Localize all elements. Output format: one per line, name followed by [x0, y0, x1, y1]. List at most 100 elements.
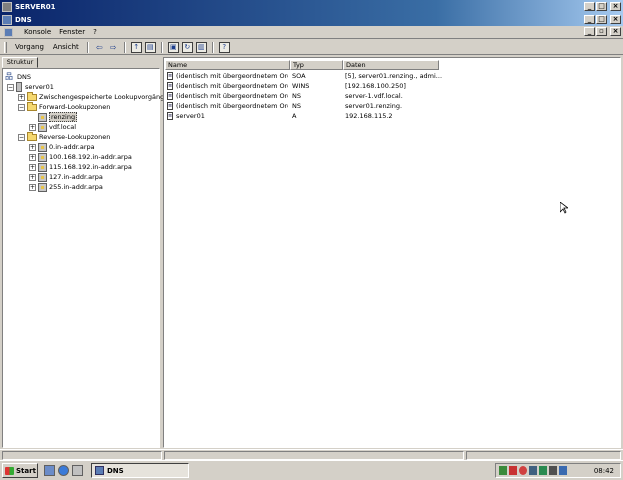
table-row[interactable]: ≡ (identisch mit übergeordnetem Ordn... … [164, 81, 614, 91]
taskbar-button-label: DNS [107, 466, 124, 475]
tree-node-cache[interactable]: + Zwischengespeicherte Lookupvorgänge [18, 91, 168, 102]
clock[interactable]: 08:42 [594, 467, 614, 475]
mmc-maximize-button[interactable]: □ [596, 15, 607, 24]
record-icon: ≡ [167, 92, 173, 100]
security-icon[interactable] [539, 466, 547, 475]
show-hide-tree-icon[interactable]: ▤ [144, 41, 156, 53]
records-list-pane[interactable]: Name Typ Daten ≡ (identisch mit übergeor… [163, 57, 621, 448]
record-name: server01 [176, 112, 205, 120]
tree-node-label: vdf.local [49, 123, 76, 131]
up-level-icon[interactable]: ↑ [130, 41, 142, 53]
tree-node-reverse-zone[interactable]: + 100.168.192.in-addr.arpa [29, 152, 132, 162]
record-data: [192.168.100.250] [345, 82, 406, 90]
mmc-window-controls: _ □ × [584, 15, 621, 24]
menu-konsole[interactable]: Konsole [24, 28, 51, 36]
child-close-button[interactable]: × [610, 27, 621, 36]
internet-explorer-icon[interactable] [58, 465, 69, 476]
taskbar: Start DNS 08:42 [0, 460, 623, 480]
menu-bar: Konsole Fenster ? _ ▫ × [0, 26, 623, 39]
expand-icon[interactable]: + [29, 173, 36, 181]
record-type: NS [292, 102, 301, 110]
tree-node-reverse-zone[interactable]: + 127.in-addr.arpa [29, 172, 103, 182]
mmc-window-title: DNS [15, 16, 32, 24]
table-row[interactable]: ≡ (identisch mit übergeordnetem Ordn... … [164, 101, 614, 111]
mmc-minimize-button[interactable]: _ [584, 15, 595, 24]
record-data: server01.renzing. [345, 102, 403, 110]
antivirus-icon[interactable] [509, 466, 517, 475]
expand-icon[interactable]: + [18, 93, 25, 101]
expand-icon[interactable]: + [29, 183, 36, 191]
table-row[interactable]: ≡ (identisch mit übergeordnetem Ordn... … [164, 91, 614, 101]
volume-icon[interactable] [559, 466, 567, 475]
outer-minimize-button[interactable]: _ [584, 2, 595, 11]
tree-node-reverse-zone[interactable]: + 255.in-addr.arpa [29, 182, 103, 192]
tree-node-zone-vdf-local[interactable]: + vdf.local [29, 122, 76, 132]
collapse-icon[interactable]: − [18, 103, 25, 111]
refresh-icon[interactable]: ↻ [181, 41, 193, 53]
device-icon[interactable] [549, 466, 557, 475]
record-name: (identisch mit übergeordnetem Ordn... [176, 82, 288, 90]
collapse-icon[interactable]: − [18, 133, 25, 141]
tree-node-server[interactable]: − server01 [7, 82, 54, 92]
zone-icon [38, 182, 47, 192]
child-minimize-button[interactable]: _ [584, 27, 595, 36]
console-menu-icon [4, 27, 13, 37]
zone-icon [38, 162, 47, 172]
column-header-type[interactable]: Typ [290, 60, 343, 70]
tree-node-reverse-zone[interactable]: + 0.in-addr.arpa [29, 142, 95, 152]
tree-node-zone-renzing[interactable]: renzing [29, 112, 78, 122]
column-header-data[interactable]: Daten [343, 60, 439, 70]
tree-node-forward-zones[interactable]: − Forward-Lookupzonen [18, 101, 110, 112]
menu-vorgang[interactable]: Vorgang [12, 43, 47, 51]
tree-tab[interactable]: Struktur [2, 57, 38, 68]
monitor-icon[interactable] [529, 466, 537, 475]
tree-node-label: 127.in-addr.arpa [49, 173, 103, 181]
expand-icon[interactable]: + [29, 143, 36, 151]
zone-icon [38, 172, 47, 182]
tree-indent [29, 113, 36, 121]
menu-help[interactable]: ? [93, 28, 97, 36]
back-arrow-icon[interactable]: ⇦ [94, 42, 105, 53]
forward-arrow-icon[interactable]: ⇨ [108, 42, 119, 53]
explorer-icon[interactable] [72, 465, 83, 476]
taskbar-button-dns[interactable]: DNS [91, 463, 189, 478]
tree-node-label: 0.in-addr.arpa [49, 143, 95, 151]
tree-pane[interactable]: 品 DNS − server01 + Zwischengespeicherte … [2, 68, 168, 448]
table-row[interactable]: ≡ (identisch mit übergeordnetem Ordn... … [164, 71, 614, 81]
start-button[interactable]: Start [2, 463, 38, 478]
toolbar-separator [160, 41, 163, 53]
tree-node-dns-root[interactable]: 品 DNS [5, 72, 31, 82]
alert-icon[interactable] [519, 466, 527, 475]
record-type: A [292, 112, 297, 120]
table-row[interactable]: ≡ server01 A 192.168.115.2 [164, 111, 614, 121]
tree-node-label: renzing [49, 112, 78, 122]
network-icon[interactable] [499, 466, 507, 475]
outer-title-bar[interactable]: SERVER01 _ □ × [0, 0, 623, 14]
record-data: server-1.vdf.local. [345, 92, 403, 100]
menu-fenster[interactable]: Fenster [59, 28, 85, 36]
mmc-close-button[interactable]: × [610, 15, 621, 24]
menu-ansicht[interactable]: Ansicht [50, 43, 82, 51]
tree-node-reverse-zone[interactable]: + 115.168.192.in-addr.arpa [29, 162, 132, 172]
outer-close-button[interactable]: × [610, 2, 621, 11]
status-panel [466, 451, 621, 460]
child-restore-button[interactable]: ▫ [596, 27, 607, 36]
column-header-name[interactable]: Name [165, 60, 290, 70]
mmc-title-bar[interactable]: DNS _ □ × [0, 14, 623, 26]
status-panel [2, 451, 162, 460]
outer-maximize-button[interactable]: □ [596, 2, 607, 11]
collapse-icon[interactable]: − [7, 83, 14, 91]
status-panel [164, 451, 464, 460]
folder-open-icon [27, 131, 37, 141]
expand-icon[interactable]: + [29, 163, 36, 171]
record-icon: ≡ [167, 82, 173, 90]
help-icon[interactable]: ? [218, 41, 230, 53]
tree-node-label: 255.in-addr.arpa [49, 183, 103, 191]
properties-icon[interactable]: ▣ [167, 41, 179, 53]
show-desktop-icon[interactable] [44, 465, 55, 476]
export-list-icon[interactable]: ▥ [195, 41, 207, 53]
expand-icon[interactable]: + [29, 123, 36, 131]
tree-node-reverse-zones[interactable]: − Reverse-Lookupzonen [18, 131, 110, 142]
zone-icon [38, 142, 47, 152]
expand-icon[interactable]: + [29, 153, 36, 161]
